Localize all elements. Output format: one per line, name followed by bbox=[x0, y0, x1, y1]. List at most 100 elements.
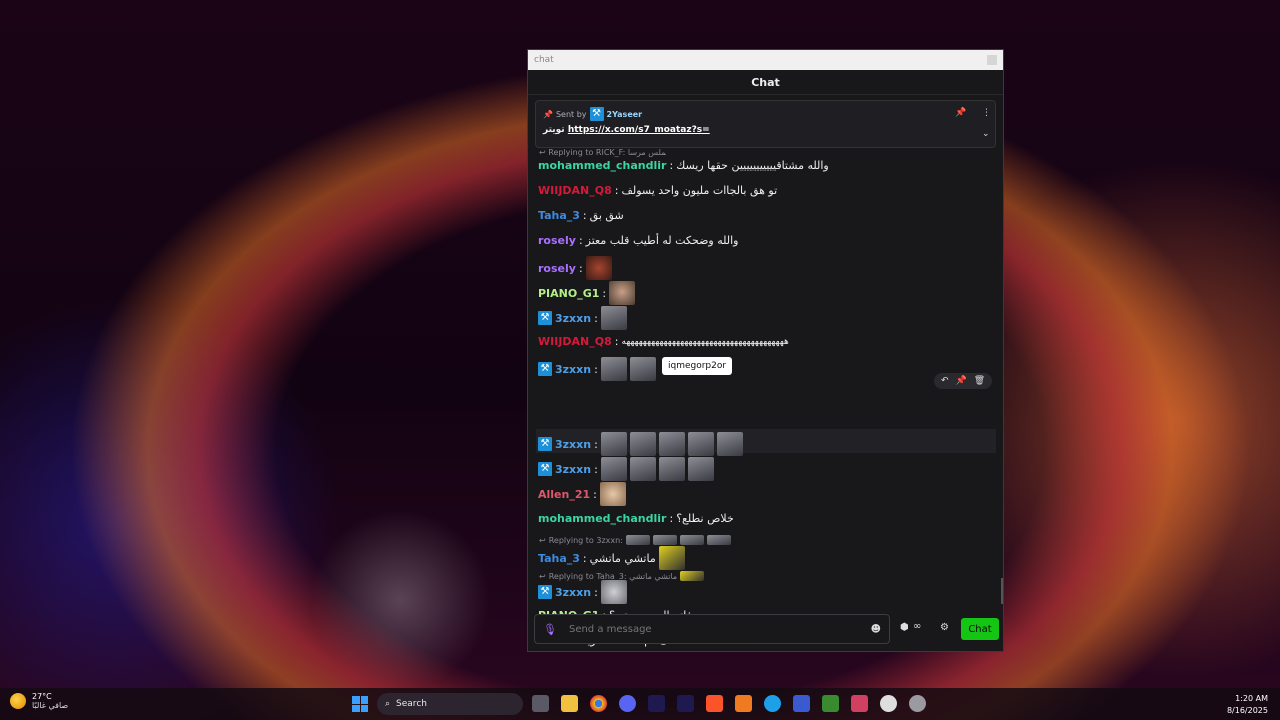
username[interactable]: Allen_21 bbox=[538, 488, 590, 501]
media-encoder-icon[interactable] bbox=[677, 695, 694, 712]
reply-context[interactable]: ↩ Replying to RICK_F: ﻤﻠﺲ ﻣﺮﺳﺎ bbox=[539, 148, 666, 157]
chevron-down-icon[interactable]: ⌄ bbox=[982, 129, 990, 139]
brave-beta-icon[interactable] bbox=[851, 695, 868, 712]
delete-icon[interactable]: 🗑 bbox=[974, 376, 985, 386]
close-icon[interactable] bbox=[987, 55, 997, 65]
message-text: والله وضحكت له أطيب قلب معتز bbox=[585, 234, 739, 247]
obs-icon[interactable] bbox=[880, 695, 897, 712]
emote-image[interactable] bbox=[658, 546, 685, 570]
pinned-message[interactable]: 📌 Sent by ⚒ 2Yaseer تويتر https://x.com/… bbox=[535, 100, 996, 148]
weather-icon bbox=[10, 693, 26, 709]
emote-image[interactable] bbox=[658, 457, 685, 481]
emote-image[interactable] bbox=[687, 432, 714, 456]
system-clock[interactable]: 1:20 AM 8/16/2025 bbox=[1227, 693, 1268, 717]
username[interactable]: 3zxxn bbox=[555, 363, 591, 376]
task-view-icon[interactable] bbox=[532, 695, 549, 712]
emote-image[interactable] bbox=[600, 432, 627, 456]
username[interactable]: 3zxxn bbox=[555, 586, 591, 599]
message-input-box[interactable]: 🎙 ☻ bbox=[534, 614, 890, 644]
chat-message[interactable]: WIIJDAN_Q8: هههههههههههههههههههههههههههه… bbox=[538, 335, 789, 348]
chat-message[interactable]: ⚒ 3zxxn: bbox=[538, 432, 743, 456]
nvidia-icon[interactable] bbox=[822, 695, 839, 712]
gear-icon[interactable]: ⚙ bbox=[940, 622, 949, 633]
more-options-icon[interactable]: ⋮ bbox=[982, 108, 991, 118]
reply-context[interactable]: ↩ Replying to 3zxxn: bbox=[539, 535, 731, 545]
username[interactable]: rosely bbox=[538, 262, 576, 275]
infinity-icon[interactable]: ∞ bbox=[913, 621, 921, 632]
username[interactable]: WIIJDAN_Q8 bbox=[538, 184, 612, 197]
premiere-icon[interactable] bbox=[648, 695, 665, 712]
moderator-badge-icon: ⚒ bbox=[538, 362, 552, 376]
taskbar-search[interactable]: ⌕ Search bbox=[377, 693, 523, 715]
username[interactable]: Taha_3 bbox=[538, 552, 580, 565]
chrome-icon[interactable] bbox=[590, 695, 607, 712]
reply-icon[interactable]: ↶ bbox=[941, 376, 949, 386]
chat-header: Chat bbox=[528, 70, 1003, 95]
emote-image[interactable] bbox=[609, 281, 636, 305]
emote-image[interactable] bbox=[600, 306, 627, 330]
emote-image[interactable] bbox=[585, 256, 612, 280]
chat-message[interactable]: mohammed_chandlir: والله مشتاقيييييييييي… bbox=[538, 159, 829, 172]
moderator-badge-icon: ⚒ bbox=[538, 437, 552, 451]
chat-scrollbar[interactable] bbox=[1001, 578, 1003, 604]
chat-message[interactable]: PIANO_G1: bbox=[538, 281, 636, 305]
chat-message[interactable]: WIIJDAN_Q8: تو هق بالجاات مليون واحد يسو… bbox=[538, 184, 777, 197]
send-chat-button[interactable]: Chat bbox=[961, 618, 999, 640]
weather-widget[interactable]: 27°C صافي غالبًا bbox=[10, 692, 68, 710]
temperature: 27°C bbox=[32, 692, 52, 701]
app-icon[interactable] bbox=[735, 695, 752, 712]
app-icon[interactable] bbox=[909, 695, 926, 712]
chat-message[interactable]: ⚒ 3zxxn: bbox=[538, 457, 714, 481]
file-explorer-icon[interactable] bbox=[561, 695, 578, 712]
pin-icon[interactable]: 📌 bbox=[956, 376, 967, 386]
username[interactable]: 3zxxn bbox=[555, 438, 591, 451]
pin-icon[interactable]: 📌 bbox=[955, 108, 966, 118]
username[interactable]: rosely bbox=[538, 234, 576, 247]
chat-message[interactable]: ⚒ 3zxxn: bbox=[538, 357, 656, 381]
bits-icon[interactable]: ⬢ bbox=[900, 622, 909, 633]
emote-image[interactable] bbox=[629, 457, 656, 481]
reply-text: Replying to RICK_F: ﻤﻠﺲ ﻣﺮﺳﺎ bbox=[548, 148, 666, 157]
pinned-link[interactable]: https://x.com/s7_moataz?s= bbox=[568, 125, 710, 135]
message-text: ماتشي ماتشي bbox=[589, 551, 656, 565]
chat-message[interactable]: mohammed_chandlir: خلاص نطلع؟ bbox=[538, 512, 734, 525]
pinned-sender[interactable]: 2Yaseer bbox=[607, 110, 643, 119]
emote-image[interactable] bbox=[687, 457, 714, 481]
emote-image bbox=[625, 535, 650, 545]
emote-image[interactable] bbox=[600, 357, 627, 381]
chat-message[interactable]: rosely: bbox=[538, 256, 612, 280]
username[interactable]: 3zxxn bbox=[555, 312, 591, 325]
chat-message[interactable]: Allen_21: bbox=[538, 482, 626, 506]
emote-image[interactable] bbox=[716, 432, 743, 456]
username[interactable]: WIIJDAN_Q8 bbox=[538, 335, 612, 348]
window-titlebar[interactable]: chat bbox=[528, 50, 1003, 70]
moderator-badge-icon: ⚒ bbox=[538, 585, 552, 599]
chat-message[interactable]: ⚒ 3zxxn: bbox=[538, 306, 627, 330]
username[interactable]: 3zxxn bbox=[555, 463, 591, 476]
microphone-icon[interactable]: 🎙 bbox=[543, 623, 557, 636]
chat-message[interactable]: rosely: والله وضحكت له أطيب قلب معتز bbox=[538, 234, 739, 247]
emote-image[interactable] bbox=[599, 482, 626, 506]
emote-image[interactable] bbox=[600, 457, 627, 481]
username[interactable]: mohammed_chandlir bbox=[538, 159, 666, 172]
windows-start-icon[interactable] bbox=[352, 696, 368, 712]
emote-image bbox=[680, 571, 705, 581]
chat-message[interactable]: ⚒ 3zxxn: bbox=[538, 580, 627, 604]
username[interactable]: Taha_3 bbox=[538, 209, 580, 222]
chat-message-list: ↩ Replying to RICK_F: ﻤﻠﺲ ﻣﺮﺳﺎ mohammed_… bbox=[528, 146, 1003, 647]
emote-image[interactable] bbox=[629, 432, 656, 456]
discord-icon[interactable] bbox=[619, 695, 636, 712]
chat-message[interactable]: Taha_3: شق بق bbox=[538, 209, 624, 222]
chat-message[interactable]: Taha_3: ماتشي ماتشي bbox=[538, 546, 685, 570]
emote-image[interactable] bbox=[600, 580, 627, 604]
brave-icon[interactable] bbox=[706, 695, 723, 712]
username[interactable]: PIANO_G1 bbox=[538, 287, 599, 300]
username[interactable]: mohammed_chandlir bbox=[538, 512, 666, 525]
emote-image[interactable] bbox=[658, 432, 685, 456]
message-input[interactable] bbox=[566, 622, 861, 636]
emote-image[interactable] bbox=[629, 357, 656, 381]
edge-icon[interactable] bbox=[764, 695, 781, 712]
store-icon[interactable] bbox=[793, 695, 810, 712]
clock-date: 8/16/2025 bbox=[1226, 706, 1268, 715]
emote-picker-icon[interactable]: ☻ bbox=[871, 624, 881, 635]
